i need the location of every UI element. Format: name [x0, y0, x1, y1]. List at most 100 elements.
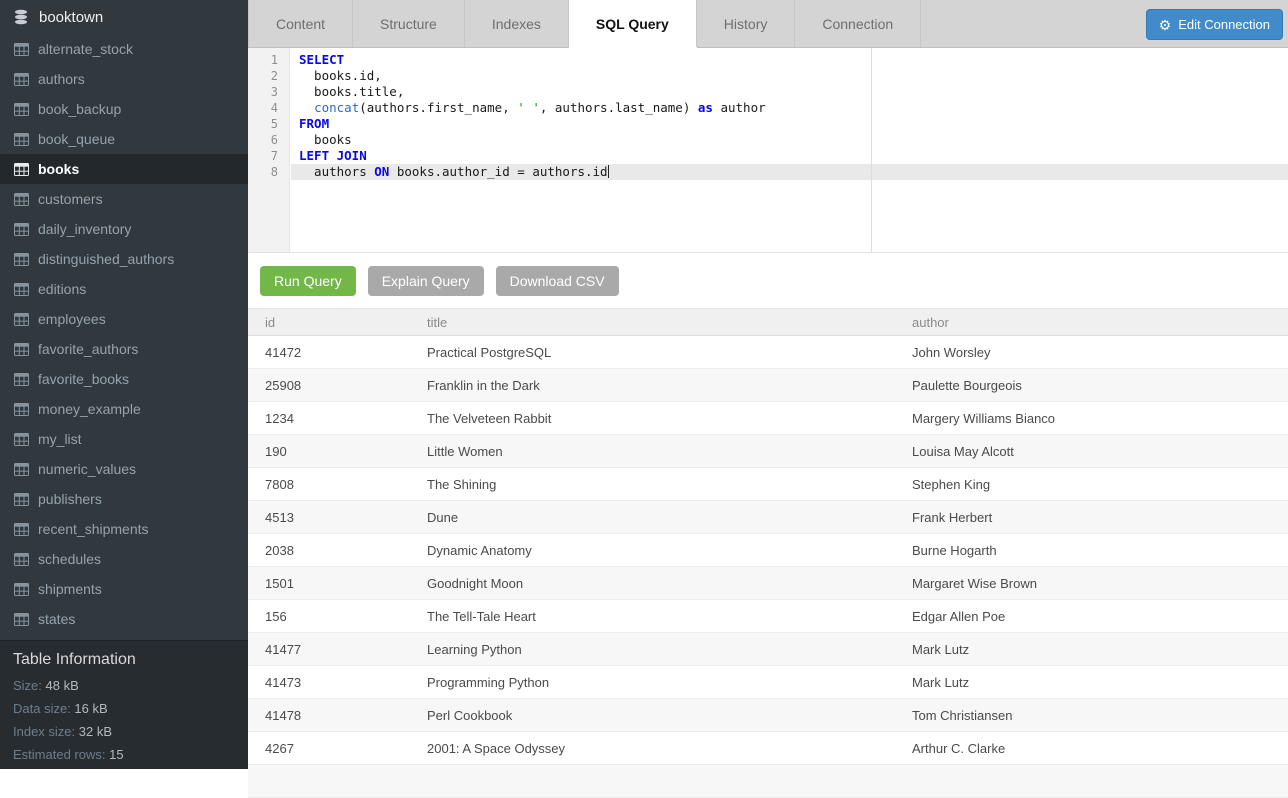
sidebar-item-schedules[interactable]: schedules	[0, 544, 248, 574]
cell-author: Edgar Allen Poe	[895, 609, 1288, 624]
tab-sql-query[interactable]: SQL Query	[569, 0, 697, 47]
table-name: distinguished_authors	[38, 251, 174, 267]
table-icon	[14, 373, 29, 386]
cell-title: Programming Python	[410, 675, 895, 690]
cell-author: Arthur C. Clarke	[895, 741, 1288, 756]
table-name: daily_inventory	[38, 221, 131, 237]
table-name: book_backup	[38, 101, 121, 117]
sidebar-item-alternate_stock[interactable]: alternate_stock	[0, 34, 248, 64]
table-row[interactable]: 2038Dynamic AnatomyBurne Hogarth	[248, 534, 1288, 567]
sql-code-area[interactable]: SELECT books.id, books.title, concat(aut…	[291, 48, 1288, 180]
table-name: recent_shipments	[38, 521, 149, 537]
table-row[interactable]: 156The Tell-Tale HeartEdgar Allen Poe	[248, 600, 1288, 633]
sidebar-item-authors[interactable]: authors	[0, 64, 248, 94]
sidebar-item-favorite_authors[interactable]: favorite_authors	[0, 334, 248, 364]
code-line-8[interactable]: authors ON books.author_id = authors.id	[291, 164, 1288, 180]
sidebar-item-book_backup[interactable]: book_backup	[0, 94, 248, 124]
table-row[interactable]: 42672001: A Space OdysseyArthur C. Clark…	[248, 732, 1288, 765]
table-name: authors	[38, 71, 85, 87]
code-line-3[interactable]: books.title,	[291, 84, 1288, 100]
table-name: shipments	[38, 581, 102, 597]
tab-history[interactable]: History	[697, 0, 796, 47]
tab-structure[interactable]: Structure	[353, 0, 465, 47]
sql-editor[interactable]: 12345678 SELECT books.id, books.title, c…	[248, 48, 1288, 253]
table-icon	[14, 43, 29, 56]
table-icon	[14, 223, 29, 236]
cell-title: Learning Python	[410, 642, 895, 657]
info-row: Estimated rows: 15	[13, 747, 248, 762]
cell-id: 4267	[248, 741, 410, 756]
table-information-rows: Size: 48 kBData size: 16 kBIndex size: 3…	[13, 678, 248, 762]
table-row[interactable]: 41473Programming PythonMark Lutz	[248, 666, 1288, 699]
table-name: my_list	[38, 431, 82, 447]
cell-author: Margery Williams Bianco	[895, 411, 1288, 426]
cell-id: 156	[248, 609, 410, 624]
table-icon	[14, 493, 29, 506]
cell-title: Franklin in the Dark	[410, 378, 895, 393]
table-name: schedules	[38, 551, 101, 567]
table-name: book_queue	[38, 131, 115, 147]
code-line-7[interactable]: LEFT JOIN	[291, 148, 1288, 164]
table-row-partial	[248, 765, 1288, 798]
sidebar-item-book_queue[interactable]: book_queue	[0, 124, 248, 154]
cell-title: Perl Cookbook	[410, 708, 895, 723]
code-line-6[interactable]: books	[291, 132, 1288, 148]
sidebar-item-publishers[interactable]: publishers	[0, 484, 248, 514]
sidebar-item-editions[interactable]: editions	[0, 274, 248, 304]
sidebar-item-my_list[interactable]: my_list	[0, 424, 248, 454]
tab-connection[interactable]: Connection	[795, 0, 921, 47]
sidebar-item-money_example[interactable]: money_example	[0, 394, 248, 424]
table-row[interactable]: 7808The ShiningStephen King	[248, 468, 1288, 501]
edit-connection-button[interactable]: ⚙ Edit Connection	[1146, 9, 1283, 40]
main-area: ContentStructureIndexesSQL QueryHistoryC…	[248, 0, 1288, 769]
table-row[interactable]: 41478Perl CookbookTom Christiansen	[248, 699, 1288, 732]
edit-connection-label: Edit Connection	[1178, 17, 1270, 32]
column-header-title: title	[410, 315, 895, 330]
results-table: idtitleauthor 41472Practical PostgreSQLJ…	[248, 308, 1288, 798]
tab-indexes[interactable]: Indexes	[465, 0, 569, 47]
code-line-5[interactable]: FROM	[291, 116, 1288, 132]
sidebar-item-employees[interactable]: employees	[0, 304, 248, 334]
cell-id: 41477	[248, 642, 410, 657]
run-query-button[interactable]: Run Query	[260, 266, 356, 296]
database-icon	[13, 9, 29, 25]
code-line-1[interactable]: SELECT	[291, 52, 1288, 68]
explain-query-button[interactable]: Explain Query	[368, 266, 484, 296]
table-row[interactable]: 41477Learning PythonMark Lutz	[248, 633, 1288, 666]
download-csv-button[interactable]: Download CSV	[496, 266, 619, 296]
table-name: alternate_stock	[38, 41, 133, 57]
table-name: customers	[38, 191, 103, 207]
database-header[interactable]: booktown	[0, 0, 248, 34]
table-row[interactable]: 25908Franklin in the DarkPaulette Bourge…	[248, 369, 1288, 402]
table-row[interactable]: 190Little WomenLouisa May Alcott	[248, 435, 1288, 468]
code-line-4[interactable]: concat(authors.first_name, ' ', authors.…	[291, 100, 1288, 116]
cell-id: 7808	[248, 477, 410, 492]
table-row[interactable]: 41472Practical PostgreSQLJohn Worsley	[248, 336, 1288, 369]
table-icon	[14, 403, 29, 416]
column-header-id: id	[248, 315, 410, 330]
table-row[interactable]: 4513DuneFrank Herbert	[248, 501, 1288, 534]
table-icon	[14, 73, 29, 86]
sidebar-item-daily_inventory[interactable]: daily_inventory	[0, 214, 248, 244]
cell-id: 41472	[248, 345, 410, 360]
sidebar-item-recent_shipments[interactable]: recent_shipments	[0, 514, 248, 544]
sidebar-item-customers[interactable]: customers	[0, 184, 248, 214]
cell-id: 190	[248, 444, 410, 459]
sidebar-item-distinguished_authors[interactable]: distinguished_authors	[0, 244, 248, 274]
table-information-title: Table Information	[13, 651, 248, 669]
sidebar-item-books[interactable]: books	[0, 154, 248, 184]
table-name: employees	[38, 311, 106, 327]
code-line-2[interactable]: books.id,	[291, 68, 1288, 84]
sidebar: booktown alternate_stockauthors book_back…	[0, 0, 248, 769]
cell-author: Frank Herbert	[895, 510, 1288, 525]
sidebar-item-states[interactable]: states	[0, 604, 248, 634]
cell-id: 1234	[248, 411, 410, 426]
sidebar-item-favorite_books[interactable]: favorite_books	[0, 364, 248, 394]
tab-content[interactable]: Content	[248, 0, 353, 47]
cell-id: 41478	[248, 708, 410, 723]
table-row[interactable]: 1234The Velveteen RabbitMargery Williams…	[248, 402, 1288, 435]
table-row[interactable]: 1501Goodnight MoonMargaret Wise Brown	[248, 567, 1288, 600]
sidebar-item-shipments[interactable]: shipments	[0, 574, 248, 604]
cell-author: Mark Lutz	[895, 642, 1288, 657]
sidebar-item-numeric_values[interactable]: numeric_values	[0, 454, 248, 484]
